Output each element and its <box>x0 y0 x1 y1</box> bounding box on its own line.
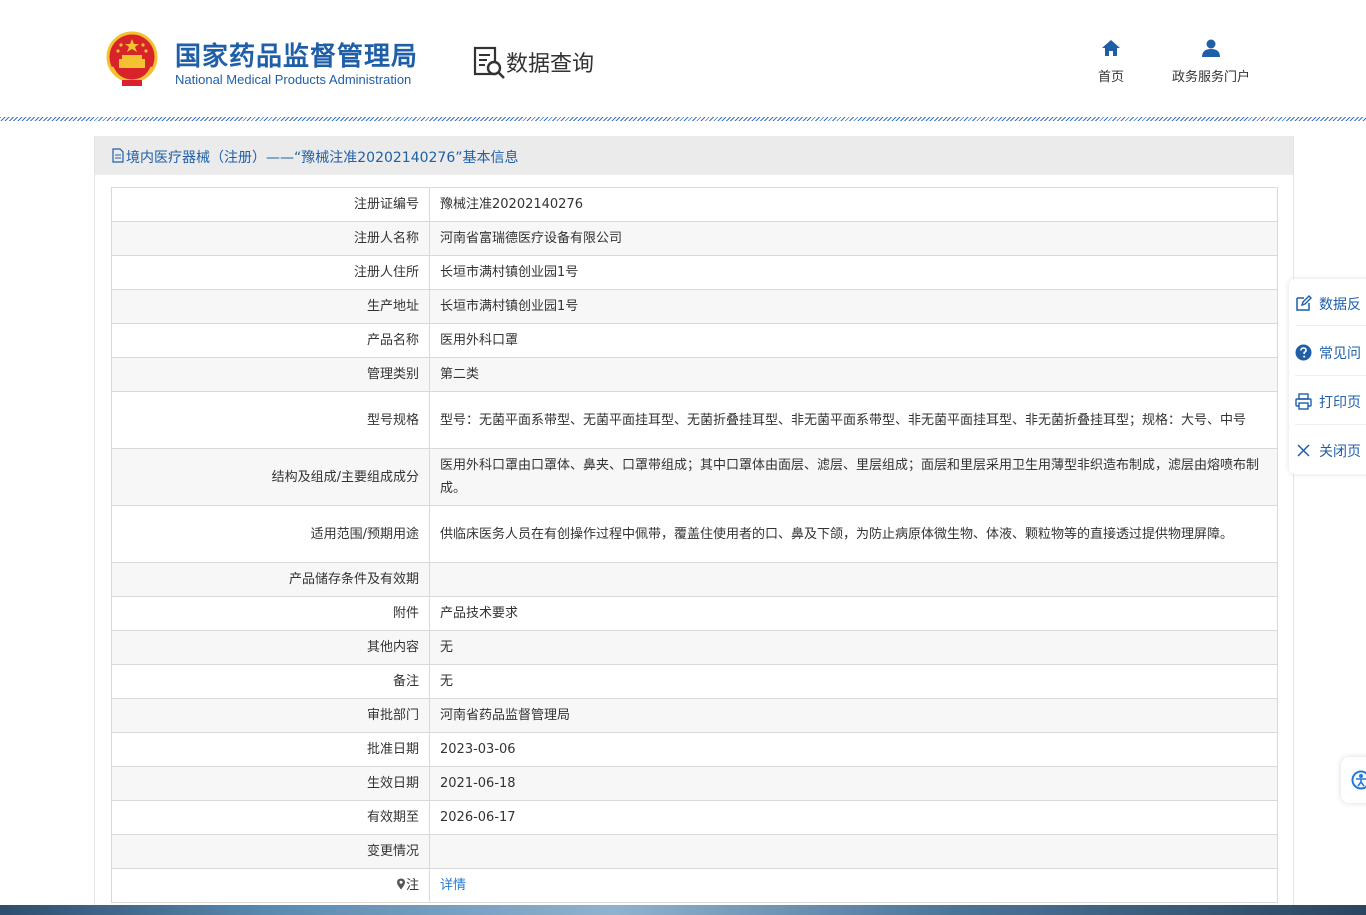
table-row: 结构及组成/主要组成成分 医用外科口罩由口罩体、鼻夹、口罩带组成；其中口罩体由面… <box>111 448 1278 506</box>
table-row: 生产地址 长垣市满村镇创业园1号 <box>111 289 1278 324</box>
field-label: 型号规格 <box>111 391 430 449</box>
table-row: 批准日期 2023-03-06 <box>111 732 1278 767</box>
field-label: 批准日期 <box>111 732 430 767</box>
field-label: 变更情况 <box>111 834 430 869</box>
edit-icon <box>1296 295 1312 311</box>
field-value: 长垣市满村镇创业园1号 <box>429 255 1278 290</box>
site-title-en: National Medical Products Administration <box>175 72 412 87</box>
table-row: 变更情况 <box>111 834 1278 869</box>
nav-service-portal[interactable]: 政务服务门户 <box>1166 38 1256 85</box>
close-icon <box>1297 444 1310 457</box>
field-value: 供临床医务人员在有创操作过程中佩带，覆盖住使用者的口、鼻及下颌，为防止病原体微生… <box>429 505 1278 563</box>
header-divider <box>0 117 1366 121</box>
table-row: 产品储存条件及有效期 <box>111 562 1278 597</box>
floating-side-menu: 数据反 常见问 打印页 关闭页 <box>1289 279 1366 474</box>
field-value: 产品技术要求 <box>429 596 1278 631</box>
table-row: 型号规格 型号：无菌平面系带型、无菌平面挂耳型、无菌折叠挂耳型、非无菌平面系带型… <box>111 391 1278 449</box>
field-label: 审批部门 <box>111 698 430 733</box>
pin-icon <box>396 878 405 890</box>
field-value: 长垣市满村镇创业园1号 <box>429 289 1278 324</box>
note-label-cell: 注 <box>111 868 430 903</box>
field-value: 2026-06-17 <box>429 800 1278 835</box>
table-row: 产品名称 医用外科口罩 <box>111 323 1278 358</box>
field-value: 河南省富瑞德医疗设备有限公司 <box>429 221 1278 256</box>
faq-button[interactable]: 常见问 <box>1295 340 1366 364</box>
feedback-button[interactable]: 数据反 <box>1295 291 1366 315</box>
printer-icon <box>1295 393 1312 410</box>
field-label: 其他内容 <box>111 630 430 665</box>
nav-service-portal-label: 政务服务门户 <box>1171 70 1250 85</box>
table-row: 审批部门 河南省药品监督管理局 <box>111 698 1278 733</box>
field-label: 管理类别 <box>111 357 430 392</box>
close-page-button[interactable]: 关闭页 <box>1295 438 1366 462</box>
table-row: 备注 无 <box>111 664 1278 699</box>
document-icon <box>112 148 124 163</box>
field-label: 备注 <box>111 664 430 699</box>
panel-title-bar: 境内医疗器械（注册）——“豫械注准20202140276”基本信息 <box>95 136 1293 175</box>
faq-label: 常见问 <box>1319 346 1361 362</box>
table-row: 适用范围/预期用途 供临床医务人员在有创操作过程中佩带，覆盖住使用者的口、鼻及下… <box>111 505 1278 563</box>
user-icon <box>1202 39 1220 57</box>
table-row: 注 详情 <box>111 868 1278 903</box>
table-row: 有效期至 2026-06-17 <box>111 800 1278 835</box>
panel-title: 境内医疗器械（注册）——“豫械注准20202140276”基本信息 <box>126 150 519 166</box>
home-icon <box>1102 40 1120 56</box>
table-row: 附件 产品技术要求 <box>111 596 1278 631</box>
close-page-label: 关闭页 <box>1319 444 1361 460</box>
table-row: 其他内容 无 <box>111 630 1278 665</box>
table-row: 注册人名称 河南省富瑞德医疗设备有限公司 <box>111 221 1278 256</box>
field-label: 产品储存条件及有效期 <box>111 562 430 597</box>
site-header: 国家药品监督管理局 National Medical Products Admi… <box>0 0 1366 118</box>
national-emblem-icon <box>106 31 158 86</box>
note-value-cell: 详情 <box>429 868 1278 903</box>
menu-divider <box>1295 375 1366 376</box>
info-panel: 境内医疗器械（注册）——“豫械注准20202140276”基本信息 注册证编号 … <box>94 136 1294 915</box>
field-label: 注册人住所 <box>111 255 430 290</box>
field-value <box>429 562 1278 597</box>
field-value: 第二类 <box>429 357 1278 392</box>
menu-divider <box>1295 325 1366 326</box>
field-label: 适用范围/预期用途 <box>111 505 430 563</box>
field-value: 2023-03-06 <box>429 732 1278 767</box>
field-label: 注 <box>405 878 419 893</box>
accessibility-widget[interactable] <box>1341 757 1366 803</box>
field-value: 无 <box>429 664 1278 699</box>
footer-banner <box>0 905 1366 915</box>
field-value: 豫械注准20202140276 <box>429 187 1278 222</box>
details-link[interactable]: 详情 <box>440 878 466 893</box>
field-value: 2021-06-18 <box>429 766 1278 801</box>
info-table: 注册证编号 豫械注准20202140276 注册人名称 河南省富瑞德医疗设备有限… <box>111 187 1278 903</box>
field-value: 医用外科口罩 <box>429 323 1278 358</box>
nav-home-label: 首页 <box>1097 70 1124 85</box>
field-value <box>429 834 1278 869</box>
field-value: 河南省药品监督管理局 <box>429 698 1278 733</box>
field-label: 生产地址 <box>111 289 430 324</box>
field-label: 附件 <box>111 596 430 631</box>
field-label: 注册人名称 <box>111 221 430 256</box>
help-circle-icon <box>1295 344 1312 361</box>
field-value: 医用外科口罩由口罩体、鼻夹、口罩带组成；其中口罩体由面层、滤层、里层组成；面层和… <box>429 448 1278 506</box>
search-document-icon <box>473 46 505 79</box>
field-value: 型号：无菌平面系带型、无菌平面挂耳型、无菌折叠挂耳型、非无菌平面系带型、非无菌平… <box>429 391 1278 449</box>
field-label: 注册证编号 <box>111 187 430 222</box>
menu-divider <box>1295 424 1366 425</box>
field-label: 有效期至 <box>111 800 430 835</box>
accessibility-icon <box>1351 770 1366 790</box>
table-row: 注册人住所 长垣市满村镇创业园1号 <box>111 255 1278 290</box>
table-row: 管理类别 第二类 <box>111 357 1278 392</box>
nav-home[interactable]: 首页 <box>1092 38 1130 85</box>
field-label: 产品名称 <box>111 323 430 358</box>
field-label: 生效日期 <box>111 766 430 801</box>
table-row: 注册证编号 豫械注准20202140276 <box>111 187 1278 222</box>
print-label: 打印页 <box>1319 395 1361 411</box>
site-title: 国家药品监督管理局 <box>175 42 419 72</box>
field-value: 无 <box>429 630 1278 665</box>
table-row: 生效日期 2021-06-18 <box>111 766 1278 801</box>
section-title: 数据查询 <box>506 52 595 77</box>
field-label: 结构及组成/主要组成成分 <box>111 448 430 506</box>
print-button[interactable]: 打印页 <box>1295 389 1366 413</box>
feedback-label: 数据反 <box>1319 297 1361 313</box>
